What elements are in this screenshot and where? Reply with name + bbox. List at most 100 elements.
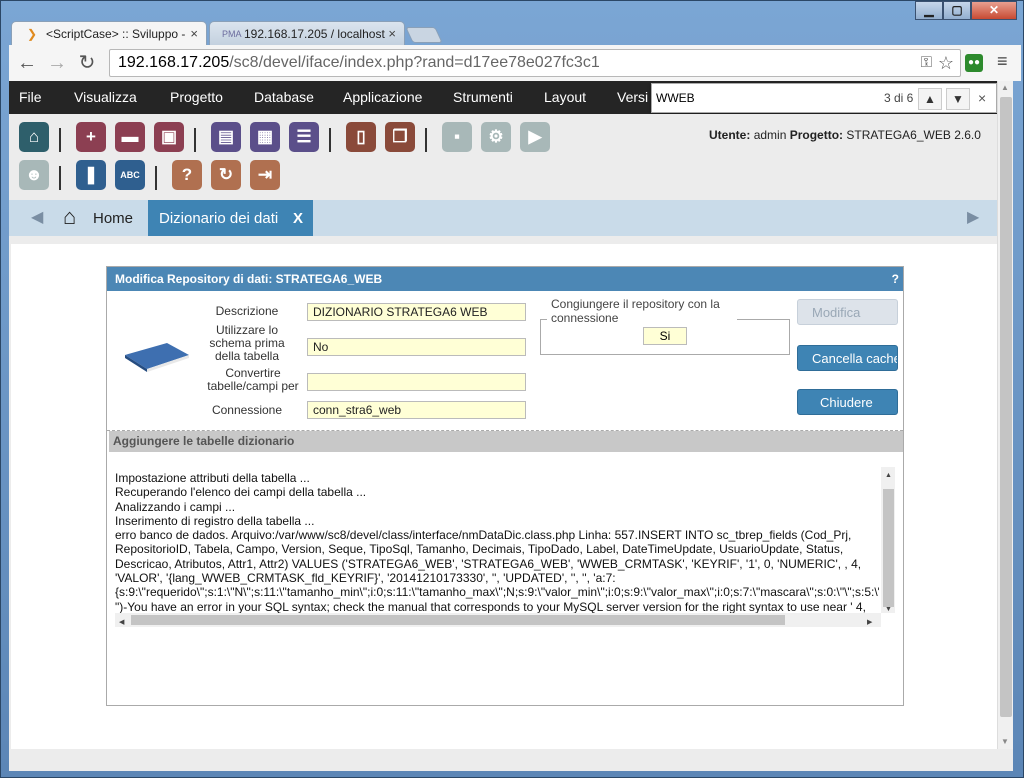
project-name: STRATEGA6_WEB bbox=[846, 128, 951, 142]
log-line: erro banco de dados. Arquivo:/var/www/sc… bbox=[115, 528, 852, 543]
log-vertical-scrollbar[interactable]: ▲ ▼ bbox=[881, 467, 895, 613]
back-arrow-icon[interactable]: ← bbox=[15, 51, 39, 75]
page-vertical-scrollbar[interactable]: ▲ ▼ bbox=[997, 81, 1013, 749]
run-icon[interactable]: ▶ bbox=[520, 122, 550, 152]
extension-icon[interactable]: ●● bbox=[965, 54, 983, 72]
user-icon[interactable]: ☻ bbox=[19, 160, 49, 190]
help-icon[interactable]: ? bbox=[172, 160, 202, 190]
schema-field[interactable]: No bbox=[307, 338, 526, 356]
find-count: 3 di 6 bbox=[884, 91, 914, 105]
save-icon[interactable]: ▪ bbox=[442, 122, 472, 152]
browser-tab-pma[interactable]: PMA 192.168.17.205 / localhost × bbox=[209, 21, 405, 45]
browser-tabstrip: ❯ <ScriptCase> :: Sviluppo - × PMA 192.1… bbox=[9, 19, 1009, 45]
find-next-button[interactable]: ▼ bbox=[946, 88, 970, 110]
house-icon: ⌂ bbox=[63, 204, 77, 229]
connessione-field[interactable]: conn_stra6_web bbox=[307, 401, 526, 419]
convertire-field[interactable] bbox=[307, 373, 526, 391]
page-viewport: File Visualizza Progetto Database Applic… bbox=[9, 81, 1013, 771]
chevron-left-icon[interactable]: ◀ bbox=[31, 200, 43, 236]
log-line: {s:9:\"requerido\";s:1:\"N\";s:11:\"tama… bbox=[115, 585, 879, 600]
abc-dictionary-icon[interactable]: ABC bbox=[115, 160, 145, 190]
menu-progetto[interactable]: Progetto bbox=[170, 81, 223, 114]
menu-visualizza[interactable]: Visualizza bbox=[74, 81, 137, 114]
tab-data-dictionary[interactable]: Dizionario dei dati X bbox=[148, 200, 313, 236]
version: 2.6.0 bbox=[954, 128, 981, 142]
toolbar-separator bbox=[329, 128, 331, 152]
log-lines: Impostazione attributi della tabella ...… bbox=[115, 471, 879, 627]
scrollbar-thumb[interactable] bbox=[883, 489, 894, 607]
close-window-button[interactable]: ✕ bbox=[971, 1, 1017, 20]
new-tab-button[interactable] bbox=[405, 27, 443, 43]
menu-strumenti[interactable]: Strumenti bbox=[453, 81, 513, 114]
menu-versioni[interactable]: Versi bbox=[617, 81, 648, 114]
log-line: Impostazione attributi della tabella ... bbox=[115, 471, 310, 485]
menu-database[interactable]: Database bbox=[254, 81, 314, 114]
application-list-icon[interactable]: ▦ bbox=[250, 122, 280, 152]
app-tab-bar: ◀ ⌂ Home Dizionario dei dati X ▶ bbox=[9, 200, 997, 236]
log-line: Descricao, Atributos, Attr1, Attr2) VALU… bbox=[115, 556, 862, 571]
repository-form: Descrizione DIZIONARIO STRATEGA6 WEB Uti… bbox=[107, 291, 903, 431]
project-box-icon[interactable]: ▣ bbox=[154, 122, 184, 152]
database-icon[interactable]: ☰ bbox=[289, 122, 319, 152]
generate-icon[interactable]: ⚙ bbox=[481, 122, 511, 152]
bookmark-star-icon[interactable]: ☆ bbox=[938, 50, 954, 76]
open-project-icon[interactable]: ▬ bbox=[115, 122, 145, 152]
forward-arrow-icon[interactable]: → bbox=[45, 51, 69, 75]
scrollbar-thumb[interactable] bbox=[1000, 97, 1012, 717]
find-prev-button[interactable]: ▲ bbox=[918, 88, 942, 110]
panel-title: Modifica Repository di dati: STRATEGA6_W… bbox=[115, 272, 383, 286]
convertire-label: Convertire tabelle/campi per bbox=[207, 366, 299, 393]
content-area: Modifica Repository di dati: STRATEGA6_W… bbox=[11, 244, 997, 749]
menu-applicazione[interactable]: Applicazione bbox=[343, 81, 422, 114]
tab-close-icon[interactable]: × bbox=[190, 22, 198, 45]
maximize-button[interactable]: ▢ bbox=[943, 1, 971, 20]
repository-panel: Modifica Repository di dati: STRATEGA6_W… bbox=[106, 266, 904, 706]
browser-menu-icon[interactable]: ≡ bbox=[997, 51, 1008, 72]
toolbar-separator bbox=[155, 166, 157, 190]
reload-icon[interactable]: ↻ bbox=[75, 51, 99, 75]
descrizione-label: Descrizione bbox=[215, 304, 279, 318]
log-line: ")-You have an error in your SQL syntax;… bbox=[115, 599, 866, 614]
repository-connection-value[interactable]: Si bbox=[643, 327, 687, 345]
help-question-icon[interactable]: ? bbox=[892, 267, 899, 291]
modifica-button[interactable]: Modifica bbox=[797, 299, 898, 325]
browser-window: ▁ ▢ ✕ ❯ <ScriptCase> :: Sviluppo - × PMA… bbox=[0, 0, 1024, 778]
chiudere-button[interactable]: Chiudere bbox=[797, 389, 898, 415]
pma-icon: PMA bbox=[222, 29, 242, 39]
minimize-button[interactable]: ▁ bbox=[915, 1, 943, 20]
key-icon[interactable]: ⚿ bbox=[921, 50, 932, 76]
toolbar-separator bbox=[59, 128, 61, 152]
tab-close-icon[interactable]: X bbox=[293, 200, 303, 238]
descrizione-field[interactable]: DIZIONARIO STRATEGA6 WEB bbox=[307, 303, 526, 321]
log-line: RepositorioID, Tabela, Campo, Version, S… bbox=[115, 542, 844, 557]
chevron-right-icon[interactable]: ▶ bbox=[967, 200, 979, 236]
connessione-label: Connessione bbox=[211, 403, 283, 417]
book-icon[interactable]: ❚ bbox=[76, 160, 106, 190]
browser-tab-scriptcase[interactable]: ❯ <ScriptCase> :: Sviluppo - × bbox=[11, 21, 207, 45]
menu-layout[interactable]: Layout bbox=[544, 81, 586, 114]
cancella-cache-button[interactable]: Cancella cache bbox=[797, 345, 898, 371]
home-icon[interactable]: ⌂ bbox=[19, 122, 49, 152]
tab-home[interactable]: ⌂ Home bbox=[59, 200, 133, 236]
tab-close-icon[interactable]: × bbox=[388, 22, 396, 45]
new-project-icon[interactable]: + bbox=[76, 122, 106, 152]
url-path: /sc8/devel/iface/index.php?rand=d17ee78e… bbox=[229, 54, 600, 71]
menu-file[interactable]: File bbox=[19, 81, 42, 114]
url-host: 192.168.17.205 bbox=[118, 54, 230, 71]
document-icon[interactable]: ▯ bbox=[346, 122, 376, 152]
exit-icon[interactable]: ⇥ bbox=[250, 160, 280, 190]
log-output: Impostazione attributi della tabella ...… bbox=[115, 467, 895, 627]
address-bar[interactable]: 192.168.17.205/sc8/devel/iface/index.php… bbox=[109, 49, 961, 77]
browser-toolbar: ← → ↻ 192.168.17.205/sc8/devel/iface/ind… bbox=[9, 45, 1021, 81]
find-input[interactable] bbox=[656, 88, 866, 108]
documents-icon[interactable]: ❐ bbox=[385, 122, 415, 152]
log-line: 'VALOR', '{lang_WWEB_CRMTASK_fld_KEYRIF}… bbox=[115, 571, 616, 586]
refresh-icon[interactable]: ↻ bbox=[211, 160, 241, 190]
find-close-icon[interactable]: × bbox=[978, 84, 986, 112]
log-horizontal-scrollbar[interactable]: ◀ ▶ bbox=[115, 613, 881, 627]
app-icon-toolbar: ⌂ + ▬ ▣ ▤ ▦ ☰ ▯ ❐ ▪ ⚙ ▶ ☻ ❚ ABC ? ↻ ⇥ Ut… bbox=[9, 114, 997, 200]
scrollbar-thumb[interactable] bbox=[131, 615, 785, 625]
panel-header: Modifica Repository di dati: STRATEGA6_W… bbox=[107, 267, 903, 291]
new-application-icon[interactable]: ▤ bbox=[211, 122, 241, 152]
log-line: Inserimento di registro della tabella ..… bbox=[115, 513, 315, 528]
